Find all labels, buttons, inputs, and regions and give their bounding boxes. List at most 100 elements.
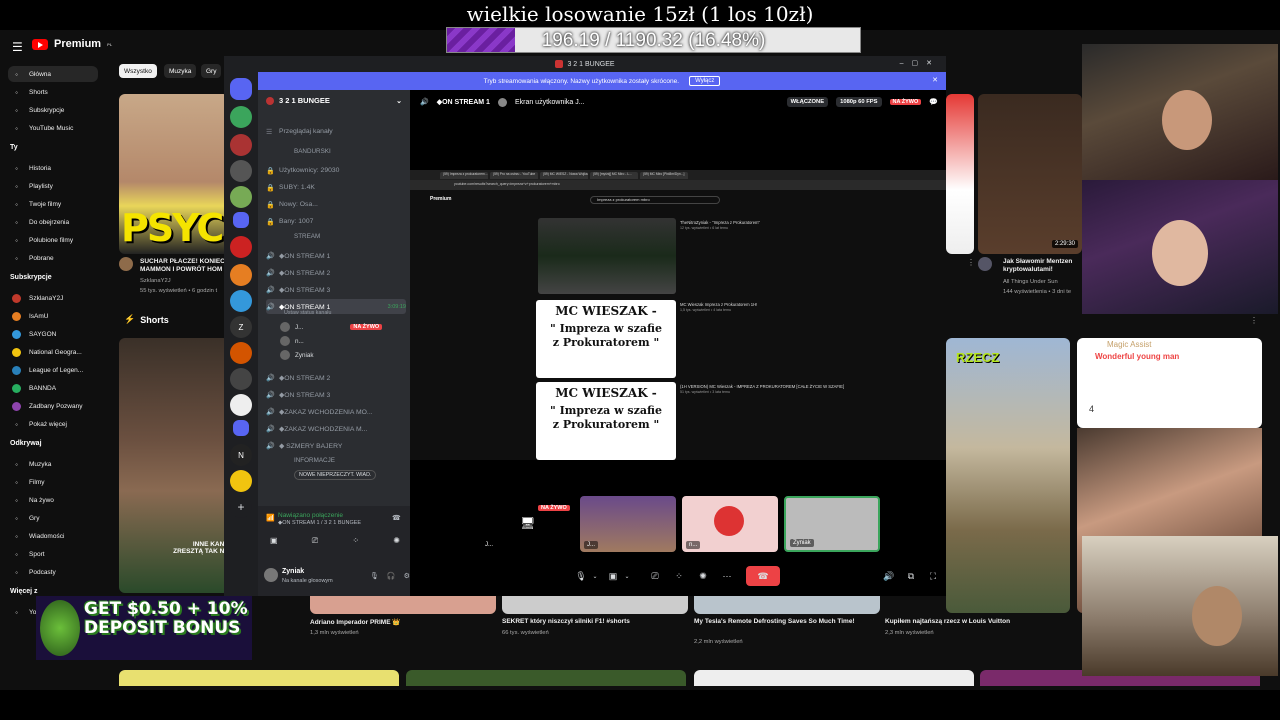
sidebar-item-subskrypcje[interactable]: ◦ Subskrypcje — [8, 102, 98, 118]
voice-user[interactable]: n... — [280, 336, 304, 346]
sidebar-section-header[interactable]: Odkrywaj — [10, 440, 42, 447]
sidebar-item-na-żywo[interactable]: ◦ Na żywo — [8, 492, 98, 508]
screen-share-icon[interactable]: ⎚ — [646, 568, 664, 584]
chip-music[interactable]: Muzyka — [164, 64, 197, 78]
participant-tile-2[interactable]: J... — [580, 496, 676, 552]
sidebar-item-główna[interactable]: ◦ Główna — [8, 66, 98, 82]
activities-icon[interactable]: ⁘ — [352, 536, 359, 550]
sidebar-item-wiadomości[interactable]: ◦ Wiadomości — [8, 528, 98, 544]
viewers-badge[interactable]: WŁĄCZONE — [786, 97, 829, 107]
voice-channel[interactable]: 🔊 ◆ON STREAM 3 — [266, 387, 406, 402]
video-thumbnail-edge[interactable] — [946, 94, 974, 254]
sidebar-item-twoje-filmy[interactable]: ◦ Twoje filmy — [8, 196, 98, 212]
server-icon[interactable] — [230, 236, 252, 258]
sidebar-item-do-obejrzenia[interactable]: ◦ Do obejrzenia — [8, 214, 98, 230]
fullscreen-icon[interactable]: ⛶ — [924, 568, 942, 584]
new-unread-pill[interactable]: NOWE NIEPRZECZYT. WIAD. — [294, 470, 377, 480]
sidebar-item-podcasty[interactable]: ◦ Podcasty — [8, 564, 98, 580]
casino-ad[interactable]: GET $0.50 + 10% DEPOSIT BONUS — [36, 596, 252, 660]
browse-channels[interactable]: ☰ Przeglądaj kanały — [266, 124, 406, 139]
channel-status[interactable]: Ustaw status kanału — [284, 310, 331, 316]
video-thumbnail-2[interactable]: 2:29:30 — [978, 94, 1082, 254]
short-thumbnail-magic[interactable]: Magic Assist Wonderful young man 4 — [1077, 338, 1262, 428]
video-thumbnail-row3-2[interactable] — [406, 670, 686, 686]
more-icon[interactable]: ⋯ — [718, 568, 736, 584]
disable-streamer-mode-button[interactable]: Wyłącz — [689, 76, 721, 86]
voice-channel[interactable]: 🔊 ◆ON STREAM 2 — [266, 265, 406, 280]
voice-user[interactable]: Zyniak — [280, 350, 314, 360]
channel-avatar-2[interactable] — [978, 257, 992, 271]
sidebar-item-show-more[interactable]: ◦ Pokaż więcej — [8, 416, 98, 432]
server-icon[interactable] — [230, 470, 252, 492]
chevron-down-icon[interactable]: ⌄ — [618, 568, 636, 584]
video-thumbnail-row3-3[interactable] — [694, 670, 974, 686]
soundboard-icon[interactable]: ✺ — [694, 568, 712, 584]
sidebar-item-szklanay2j[interactable]: SzklanaY2J — [8, 290, 98, 306]
sidebar-item-historia[interactable]: ◦ Historia — [8, 160, 98, 176]
server-icon[interactable] — [230, 186, 252, 208]
more-options-icon-2[interactable]: ⋮ — [1250, 316, 1258, 325]
server-icon[interactable] — [230, 134, 252, 156]
sidebar-item-youtube-music[interactable]: ◦ YouTube Music — [8, 120, 98, 136]
server-icon-n[interactable]: N — [230, 444, 252, 466]
channel-category[interactable]: STREAM — [294, 233, 320, 240]
video-thumbnail-5[interactable] — [694, 596, 880, 614]
hamburger-menu-icon[interactable]: ☰ — [12, 40, 23, 54]
video-title-4[interactable]: SEKRET który niszczył silniki F1! #short… — [502, 618, 630, 625]
activities-icon[interactable]: ⁘ — [670, 568, 688, 584]
server-icon[interactable] — [230, 106, 252, 128]
sidebar-item-isamu[interactable]: IsAmU — [8, 308, 98, 324]
channel-avatar[interactable] — [119, 257, 133, 271]
user-avatar[interactable] — [264, 568, 278, 582]
signal-icon[interactable]: 📶 — [266, 514, 275, 522]
server-icon[interactable] — [230, 368, 252, 390]
microphone-icon[interactable]: 🎙 — [370, 572, 379, 580]
video-title-6[interactable]: Kupiłem najtańszą rzecz w Louis Vuitton — [885, 618, 1010, 625]
sidebar-section-header[interactable]: Ty — [10, 144, 18, 151]
video-thumbnail-4[interactable] — [502, 596, 688, 614]
video-title-1[interactable]: SUCHAR PŁACZE! KONIEC MAMMON I POWRÓT HO… — [140, 258, 230, 276]
sidebar-item-sport[interactable]: ◦ Sport — [8, 546, 98, 562]
video-title-5[interactable]: My Tesla's Remote Defrosting Saves So Mu… — [694, 618, 855, 625]
popout-icon[interactable]: ⧉ — [902, 568, 920, 584]
video-thumbnail-row3-1[interactable] — [119, 670, 399, 686]
more-options-icon[interactable]: ⋮ — [967, 258, 975, 267]
disconnect-icon[interactable]: ☎ — [392, 514, 401, 522]
sidebar-item-playlisty[interactable]: ◦ Playlisty — [8, 178, 98, 194]
close-banner-icon[interactable]: ✕ — [932, 76, 938, 84]
chevron-down-icon[interactable]: ⌄ — [586, 568, 604, 584]
settings-gear-icon[interactable]: ⚙ — [404, 572, 410, 580]
stream-quality-badge[interactable]: 1080p 60 FPS — [836, 97, 882, 107]
server-icon[interactable] — [230, 290, 252, 312]
participant-tile-4[interactable]: Zyniak — [784, 496, 880, 552]
sidebar-item-muzyka[interactable]: ◦ Muzyka — [8, 456, 98, 472]
sidebar-item-polubione-filmy[interactable]: ◦ Polubione filmy — [8, 232, 98, 248]
sidebar-item-national-geogra-[interactable]: National Geogra... — [8, 344, 98, 360]
sidebar-item-saygon[interactable]: SAYGON — [8, 326, 98, 342]
voice-channel[interactable]: 🔊 ◆ON STREAM 1 — [266, 248, 406, 263]
server-header[interactable]: 3 2 1 BUNGEE ⌄ — [266, 96, 402, 105]
voice-channel[interactable]: 🔊 ◆ZAKAZ WCHODZENIA M... — [266, 421, 406, 436]
stat-channel[interactable]: 🔒 Użytkownicy: 29030 — [266, 163, 406, 178]
video-channel-1[interactable]: SzklanaY2J — [140, 278, 171, 284]
video-channel-2[interactable]: All Things Under Sun — [1003, 279, 1058, 285]
chip-games[interactable]: Gry — [201, 64, 222, 78]
youtube-logo[interactable]: Premium PL — [32, 38, 112, 50]
sidebar-item-pobrane[interactable]: ◦ Pobrane — [8, 250, 98, 266]
add-server-icon[interactable]: + — [230, 496, 252, 518]
folder-icon[interactable] — [233, 212, 249, 228]
volume-icon[interactable]: 🔊 — [880, 568, 898, 584]
sidebar-item-filmy[interactable]: ◦ Filmy — [8, 474, 98, 490]
folder-icon[interactable] — [233, 420, 249, 436]
voice-channel[interactable]: 🔊 ◆ZAKAZ WCHODZENIA MO... — [266, 404, 406, 419]
window-controls[interactable]: –▢✕ — [900, 59, 940, 67]
headphones-icon[interactable]: 🎧 — [387, 572, 396, 580]
voice-channel[interactable]: 🔊 ◆ON STREAM 3 — [266, 282, 406, 297]
video-title-3[interactable]: Adriano Imperador PRIME 👑 — [310, 618, 400, 626]
sidebar-item-shorts[interactable]: ◦ Shorts — [8, 84, 98, 100]
voice-channel[interactable]: 🔊 ◆ SZMERY BAJERY — [266, 438, 406, 453]
voice-channel-path[interactable]: ◆ON STREAM 1 / 3 2 1 BUNGEE — [278, 520, 361, 526]
screen-share-icon[interactable]: ⎚ — [312, 536, 318, 550]
voice-user[interactable]: J... NA ŻYWO — [280, 322, 383, 332]
server-icon[interactable] — [230, 160, 252, 182]
